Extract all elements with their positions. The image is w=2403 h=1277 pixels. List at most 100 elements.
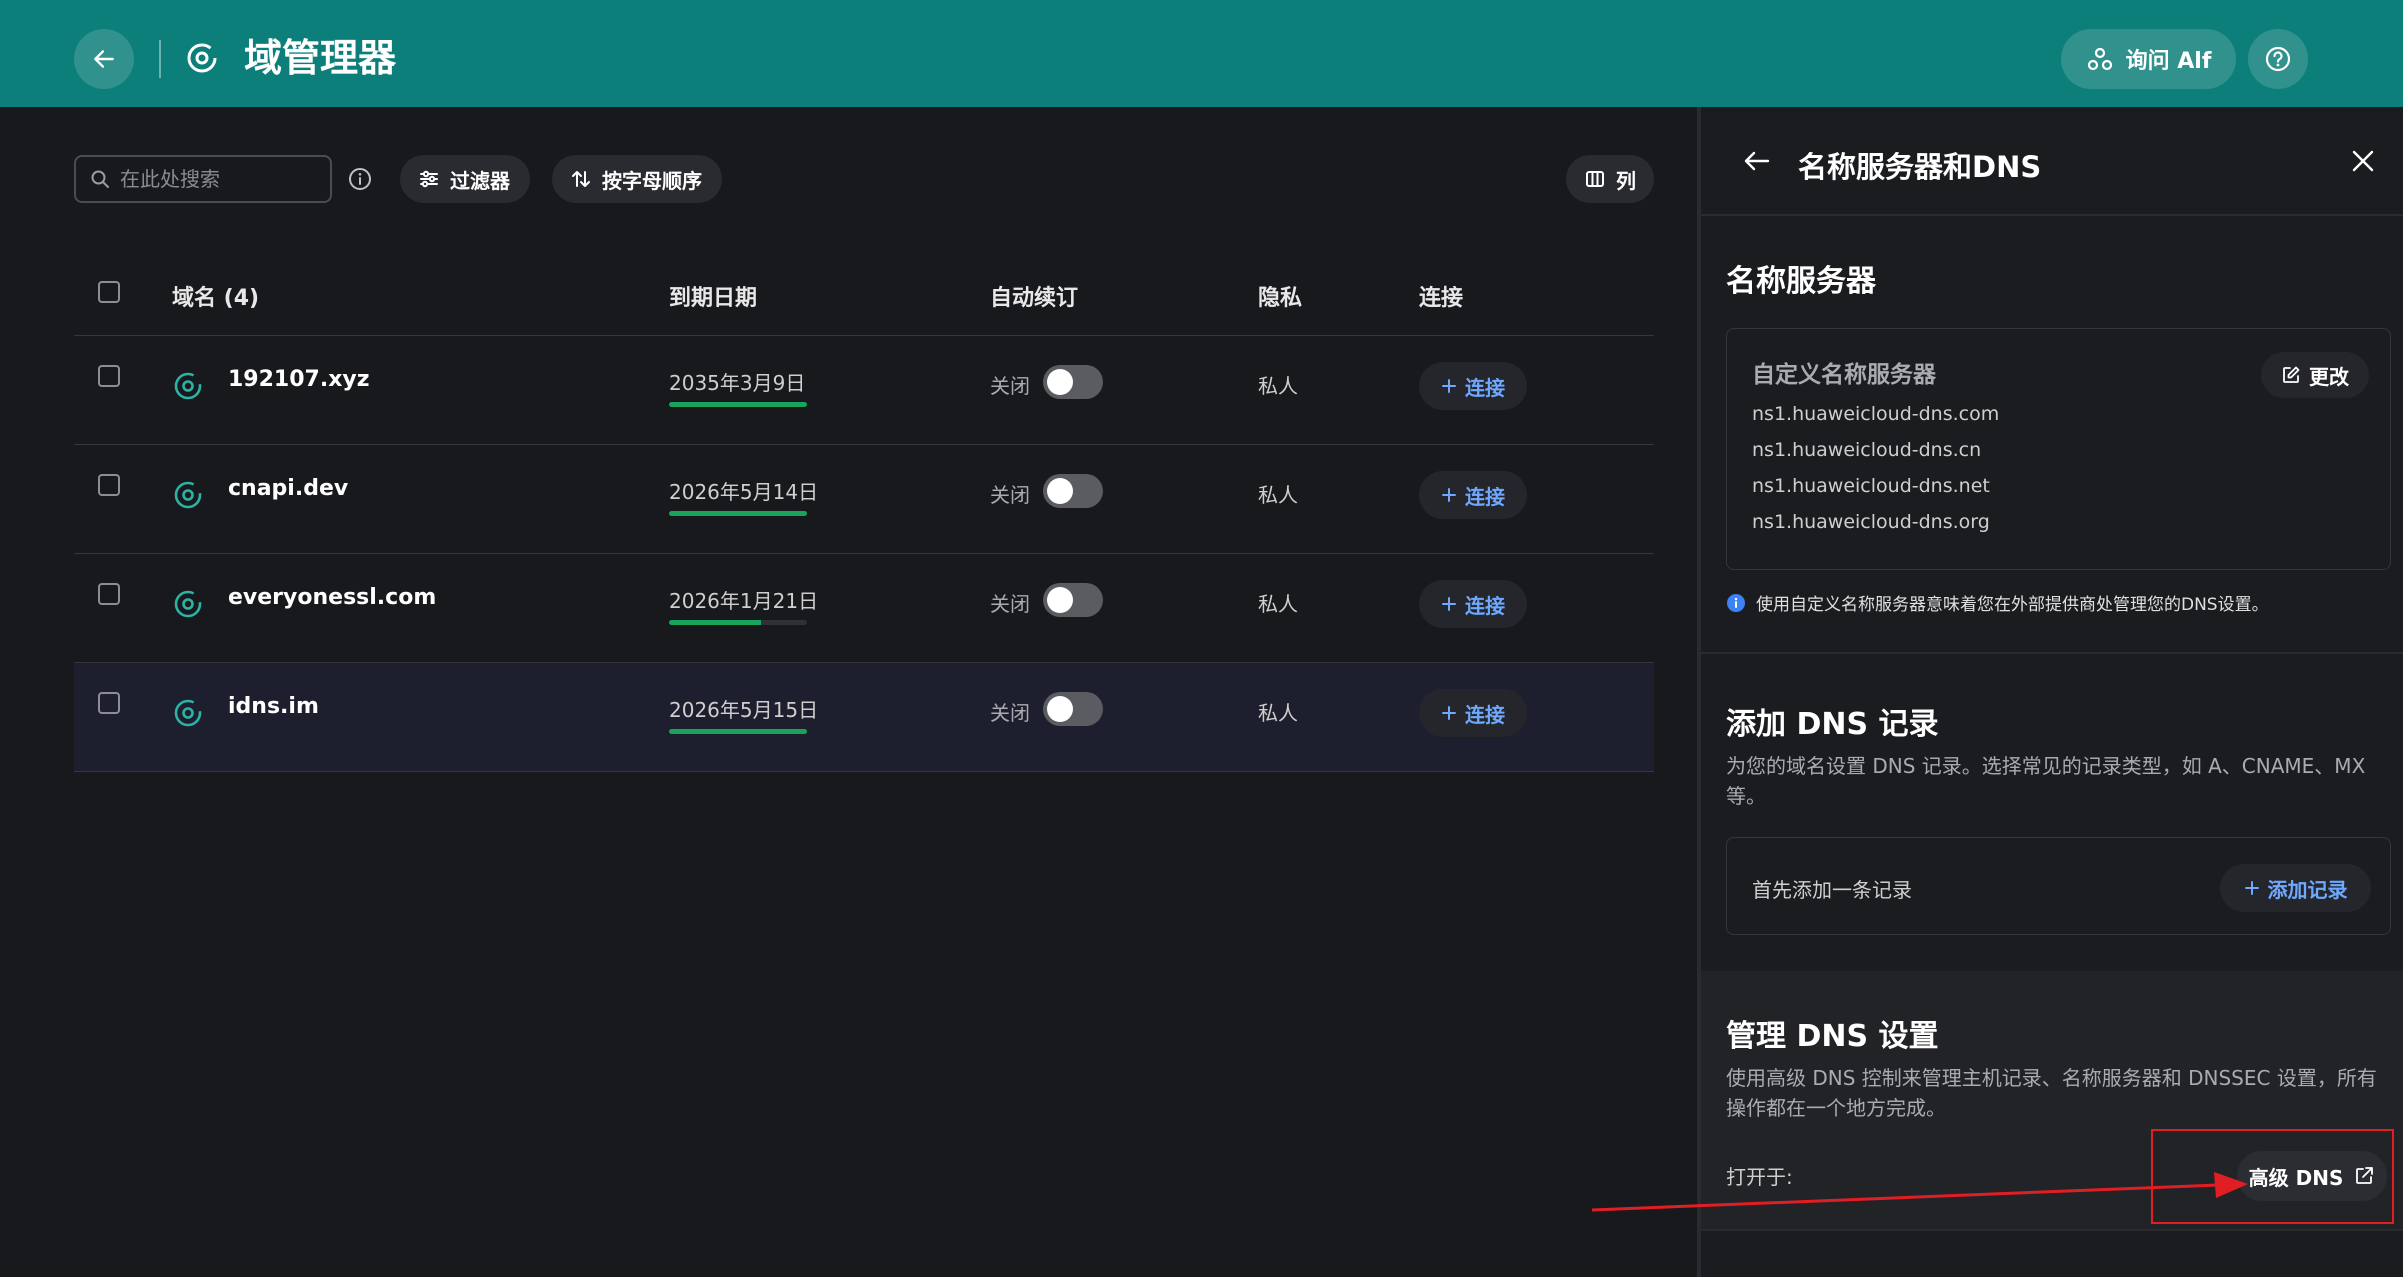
autorenew-toggle[interactable] <box>1043 474 1103 508</box>
autorenew-status: 关闭 <box>990 374 1030 398</box>
sort-label: 按字母顺序 <box>602 168 702 193</box>
domain-table: 域名 (4) 到期日期 自动续订 隐私 连接 192107.xyz 2035年3… <box>74 258 1654 772</box>
sort-arrows-icon <box>572 171 590 187</box>
connect-button[interactable]: 连接 <box>1419 471 1527 519</box>
filter-label: 过滤器 <box>450 168 510 193</box>
table-row[interactable]: cnapi.dev 2026年5月14日 关闭 私人 连接 <box>74 445 1654 554</box>
add-record-button[interactable]: 添加记录 <box>2220 864 2371 912</box>
plus-icon <box>1442 706 1456 720</box>
change-label: 更改 <box>2309 364 2349 389</box>
add-dns-title: 添加 DNS 记录 <box>1726 707 1939 742</box>
header-expiry[interactable]: 到期日期 <box>669 280 757 312</box>
expiry-date: 2035年3月9日 <box>669 371 806 395</box>
autorenew-toggle[interactable] <box>1043 365 1103 399</box>
row-checkbox[interactable] <box>98 583 120 605</box>
filter-button[interactable]: 过滤器 <box>400 155 530 203</box>
columns-label: 列 <box>1616 168 1636 193</box>
domain-name[interactable]: everyonessl.com <box>228 585 436 610</box>
connect-label: 连接 <box>1465 375 1505 400</box>
external-link-icon <box>2356 1167 2374 1184</box>
search-box[interactable] <box>74 155 332 203</box>
autorenew-toggle[interactable] <box>1043 692 1103 726</box>
header-domain[interactable]: 域名 (4) <box>172 280 259 312</box>
row-checkbox[interactable] <box>98 474 120 496</box>
nameserver-item: ns1.huaweicloud-dns.org <box>1752 511 1990 533</box>
privacy-status: 私人 <box>1258 374 1298 398</box>
manage-dns-title: 管理 DNS 设置 <box>1726 1019 1939 1054</box>
info-icon <box>349 168 371 190</box>
nameserver-item: ns1.huaweicloud-dns.cn <box>1752 439 1982 461</box>
change-nameservers-button[interactable]: 更改 <box>2261 352 2369 398</box>
sliders-icon <box>420 170 438 188</box>
plus-icon <box>1442 379 1456 393</box>
advanced-dns-button[interactable]: 高级 DNS <box>2237 1151 2387 1201</box>
row-checkbox[interactable] <box>98 692 120 714</box>
close-icon[interactable] <box>2349 147 2377 175</box>
table-row-selected[interactable]: idns.im 2026年5月15日 关闭 私人 连接 <box>74 663 1654 772</box>
back-button[interactable] <box>74 29 134 89</box>
expiry-progress-fill <box>669 511 807 516</box>
add-record-hint: 首先添加一条记录 <box>1752 878 1912 902</box>
domain-icon <box>174 590 202 618</box>
add-record-box: 首先添加一条记录 添加记录 <box>1726 837 2391 935</box>
search-input[interactable] <box>120 167 310 191</box>
dns-side-panel: 名称服务器和DNS 名称服务器 自定义名称服务器 更改 ns1.huaweicl… <box>1701 107 2403 1277</box>
arrow-left-icon <box>94 50 114 68</box>
privacy-status: 私人 <box>1258 592 1298 616</box>
search-info-button[interactable] <box>344 163 376 195</box>
domain-name[interactable]: idns.im <box>228 694 319 719</box>
sort-button[interactable]: 按字母顺序 <box>552 155 722 203</box>
nameservers-note-text: 使用自定义名称服务器意味着您在外部提供商处管理您的DNS设置。 <box>1756 595 2269 615</box>
help-icon <box>2265 46 2291 72</box>
nameservers-section: 名称服务器 自定义名称服务器 更改 ns1.huaweicloud-dns.co… <box>1701 216 2403 654</box>
table-row[interactable]: 192107.xyz 2035年3月9日 关闭 私人 连接 <box>74 336 1654 445</box>
ask-alf-label: 询问 Alf <box>2125 49 2212 74</box>
privacy-status: 私人 <box>1258 483 1298 507</box>
domain-name[interactable]: cnapi.dev <box>228 476 348 501</box>
table-header: 域名 (4) 到期日期 自动续订 隐私 连接 <box>74 258 1654 336</box>
connect-label: 连接 <box>1465 484 1505 509</box>
domain-name[interactable]: 192107.xyz <box>228 367 370 392</box>
header-connect[interactable]: 连接 <box>1419 280 1463 312</box>
connect-button[interactable]: 连接 <box>1419 580 1527 628</box>
privacy-status: 私人 <box>1258 701 1298 725</box>
table-row[interactable]: everyonessl.com 2026年1月21日 关闭 私人 连接 <box>74 554 1654 663</box>
connect-button[interactable]: 连接 <box>1419 689 1527 737</box>
autorenew-status: 关闭 <box>990 701 1030 725</box>
ask-alf-button[interactable]: 询问 Alf <box>2061 29 2236 89</box>
row-checkbox[interactable] <box>98 365 120 387</box>
info-filled-icon <box>1727 593 1745 612</box>
select-all-checkbox[interactable] <box>98 281 120 303</box>
domain-logo-icon <box>187 43 217 73</box>
expiry-date: 2026年5月15日 <box>669 698 819 722</box>
nameserver-item: ns1.huaweicloud-dns.net <box>1752 475 1990 497</box>
autorenew-status: 关闭 <box>990 592 1030 616</box>
connect-button[interactable]: 连接 <box>1419 362 1527 410</box>
plus-icon <box>1442 597 1456 611</box>
expiry-date: 2026年1月21日 <box>669 589 819 613</box>
advanced-dns-label: 高级 DNS <box>2248 1165 2344 1190</box>
expiry-progress-fill <box>669 620 762 625</box>
expiry-progress <box>669 729 807 734</box>
nameservers-note: 使用自定义名称服务器意味着您在外部提供商处管理您的DNS设置。 <box>1726 590 2269 615</box>
search-icon <box>91 170 109 188</box>
panel-header: 名称服务器和DNS <box>1701 107 2403 216</box>
panel-title: 名称服务器和DNS <box>1798 150 2042 184</box>
help-button[interactable] <box>2248 29 2308 89</box>
manage-dns-desc: 使用高级 DNS 控制来管理主机记录、名称服务器和 DNSSEC 设置，所有操作… <box>1726 1066 2377 1120</box>
autorenew-status: 关闭 <box>990 483 1030 507</box>
columns-button[interactable]: 列 <box>1566 155 1654 203</box>
header-autorenew[interactable]: 自动续订 <box>990 280 1078 312</box>
plus-icon <box>2244 881 2259 895</box>
app-header: 域管理器 询问 Alf <box>0 0 2403 107</box>
page-title: 域管理器 <box>244 36 397 80</box>
open-in-label: 打开于: <box>1726 1165 1793 1189</box>
arrow-left-icon[interactable] <box>1741 145 1773 177</box>
expiry-progress-fill <box>669 402 807 407</box>
plus-icon <box>1442 488 1456 502</box>
add-record-label: 添加记录 <box>2267 877 2348 902</box>
alf-icon <box>2087 47 2112 71</box>
autorenew-toggle[interactable] <box>1043 583 1103 617</box>
add-dns-desc: 为您的域名设置 DNS 记录。选择常见的记录类型，如 A、CNAME、MX 等。 <box>1726 754 2366 808</box>
header-privacy[interactable]: 隐私 <box>1258 280 1302 312</box>
